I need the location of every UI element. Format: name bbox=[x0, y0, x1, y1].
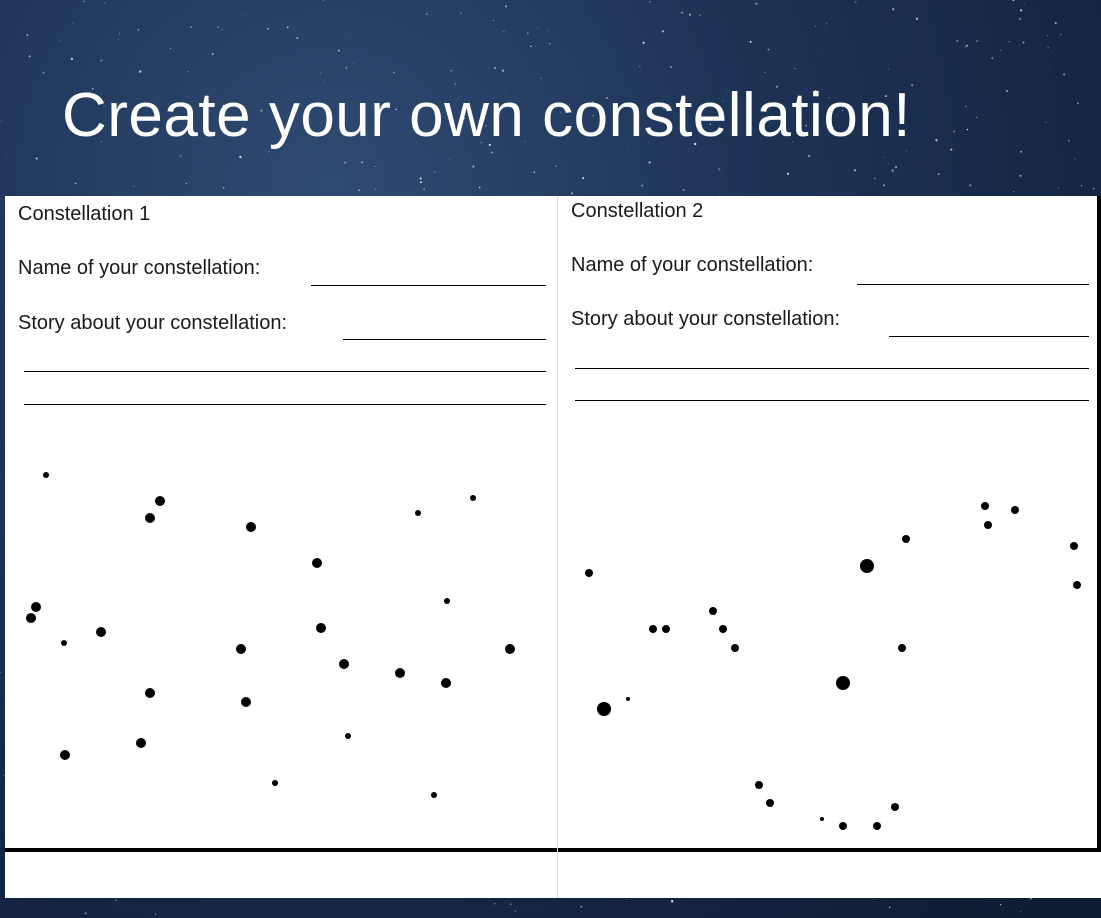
star-dot[interactable] bbox=[145, 688, 155, 698]
star-dot[interactable] bbox=[860, 559, 874, 573]
star-dot[interactable] bbox=[649, 625, 657, 633]
star-dot[interactable] bbox=[96, 627, 106, 637]
star-dot[interactable] bbox=[470, 495, 476, 501]
star-dot[interactable] bbox=[155, 496, 165, 506]
star-dot[interactable] bbox=[1073, 581, 1081, 589]
star-dot[interactable] bbox=[898, 644, 906, 652]
star-dot[interactable] bbox=[662, 625, 670, 633]
star-dot[interactable] bbox=[43, 472, 49, 478]
star-dot[interactable] bbox=[441, 678, 451, 688]
star-dot[interactable] bbox=[585, 569, 593, 577]
star-dots-layer bbox=[26, 472, 1081, 830]
star-dot[interactable] bbox=[26, 613, 36, 623]
star-dot[interactable] bbox=[431, 792, 437, 798]
star-dot[interactable] bbox=[339, 659, 349, 669]
star-dot[interactable] bbox=[1011, 506, 1019, 514]
star-dot[interactable] bbox=[755, 781, 763, 789]
star-dot[interactable] bbox=[766, 799, 774, 807]
star-dot[interactable] bbox=[61, 640, 67, 646]
star-dot[interactable] bbox=[873, 822, 881, 830]
star-dot[interactable] bbox=[891, 803, 899, 811]
star-dot[interactable] bbox=[415, 510, 421, 516]
star-dot[interactable] bbox=[981, 502, 989, 510]
star-dot[interactable] bbox=[316, 623, 326, 633]
star-dot[interactable] bbox=[395, 668, 405, 678]
star-dot[interactable] bbox=[272, 780, 278, 786]
star-dot[interactable] bbox=[345, 733, 351, 739]
star-dot[interactable] bbox=[145, 513, 155, 523]
star-dot[interactable] bbox=[60, 750, 70, 760]
star-dot[interactable] bbox=[31, 602, 41, 612]
star-dot[interactable] bbox=[820, 817, 824, 821]
star-dot[interactable] bbox=[1070, 542, 1078, 550]
star-dot[interactable] bbox=[444, 598, 450, 604]
star-dot[interactable] bbox=[505, 644, 515, 654]
star-dot[interactable] bbox=[836, 676, 850, 690]
star-dot[interactable] bbox=[719, 625, 727, 633]
star-dot[interactable] bbox=[136, 738, 146, 748]
star-dot[interactable] bbox=[236, 644, 246, 654]
star-dot[interactable] bbox=[246, 522, 256, 532]
star-dot[interactable] bbox=[839, 822, 847, 830]
star-dot[interactable] bbox=[626, 697, 630, 701]
star-dot[interactable] bbox=[902, 535, 910, 543]
star-dot[interactable] bbox=[241, 697, 251, 707]
star-dot[interactable] bbox=[709, 607, 717, 615]
star-dot[interactable] bbox=[984, 521, 992, 529]
star-dot[interactable] bbox=[312, 558, 322, 568]
star-dot[interactable] bbox=[731, 644, 739, 652]
star-dot[interactable] bbox=[597, 702, 611, 716]
